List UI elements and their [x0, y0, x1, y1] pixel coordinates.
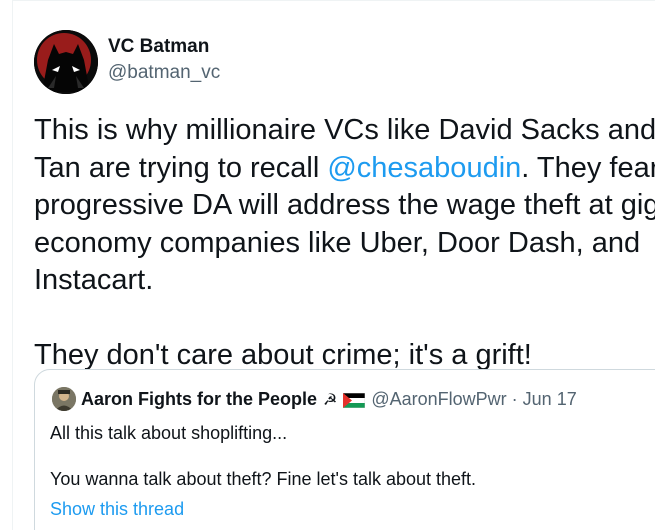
tweet-line-3: progressive DA will address the wage the… — [34, 189, 655, 221]
quoted-tweet-line-1: All this talk about shoplifting... — [50, 423, 288, 443]
tweet-line-2-rest: . They fear t — [521, 151, 655, 184]
show-thread-link[interactable]: Show this thread — [50, 499, 184, 520]
quoted-author-avatar[interactable] — [52, 387, 76, 411]
tweet-body: This is why millionaire VCs like David S… — [34, 112, 655, 375]
palestine-flag-icon — [343, 392, 366, 409]
quoted-author-name[interactable]: Aaron Fights for the People — [81, 389, 317, 410]
quoted-tweet-date[interactable]: Jun 17 — [523, 389, 577, 410]
quoted-tweet-header: Aaron Fights for the People ☭ @AaronFlow… — [81, 389, 577, 410]
hammer-sickle-icon: ☭ — [323, 391, 338, 409]
quoted-tweet-card[interactable]: Aaron Fights for the People ☭ @AaronFlow… — [34, 369, 655, 530]
tweet-line-2-text: Tan are trying to recall — [34, 151, 328, 184]
header-separator: · — [511, 389, 518, 409]
tweet-line-1: This is why millionaire VCs like David S… — [34, 114, 655, 146]
quoted-author-handle[interactable]: @AaronFlowPwr — [371, 389, 506, 410]
author-display-name[interactable]: VC Batman — [108, 36, 209, 58]
tweet-top-divider — [12, 0, 655, 1]
tweet-line-2: Tan are trying to recall @chesaboudin. T… — [34, 150, 655, 188]
mention-link[interactable]: @chesaboudin — [327, 152, 521, 184]
tweet-line-5: Instacart. — [34, 264, 154, 296]
author-handle[interactable]: @batman_vc — [108, 62, 220, 84]
tweet-frame: VC Batman @batman_vc This is why million… — [0, 0, 655, 530]
batman-avatar-icon[interactable] — [34, 30, 98, 94]
timeline-divider — [12, 0, 13, 530]
tweet-line-4: economy companies like Uber, Door Dash, … — [34, 226, 641, 259]
quoted-tweet-line-2: You wanna talk about theft? Fine let's t… — [50, 469, 477, 489]
